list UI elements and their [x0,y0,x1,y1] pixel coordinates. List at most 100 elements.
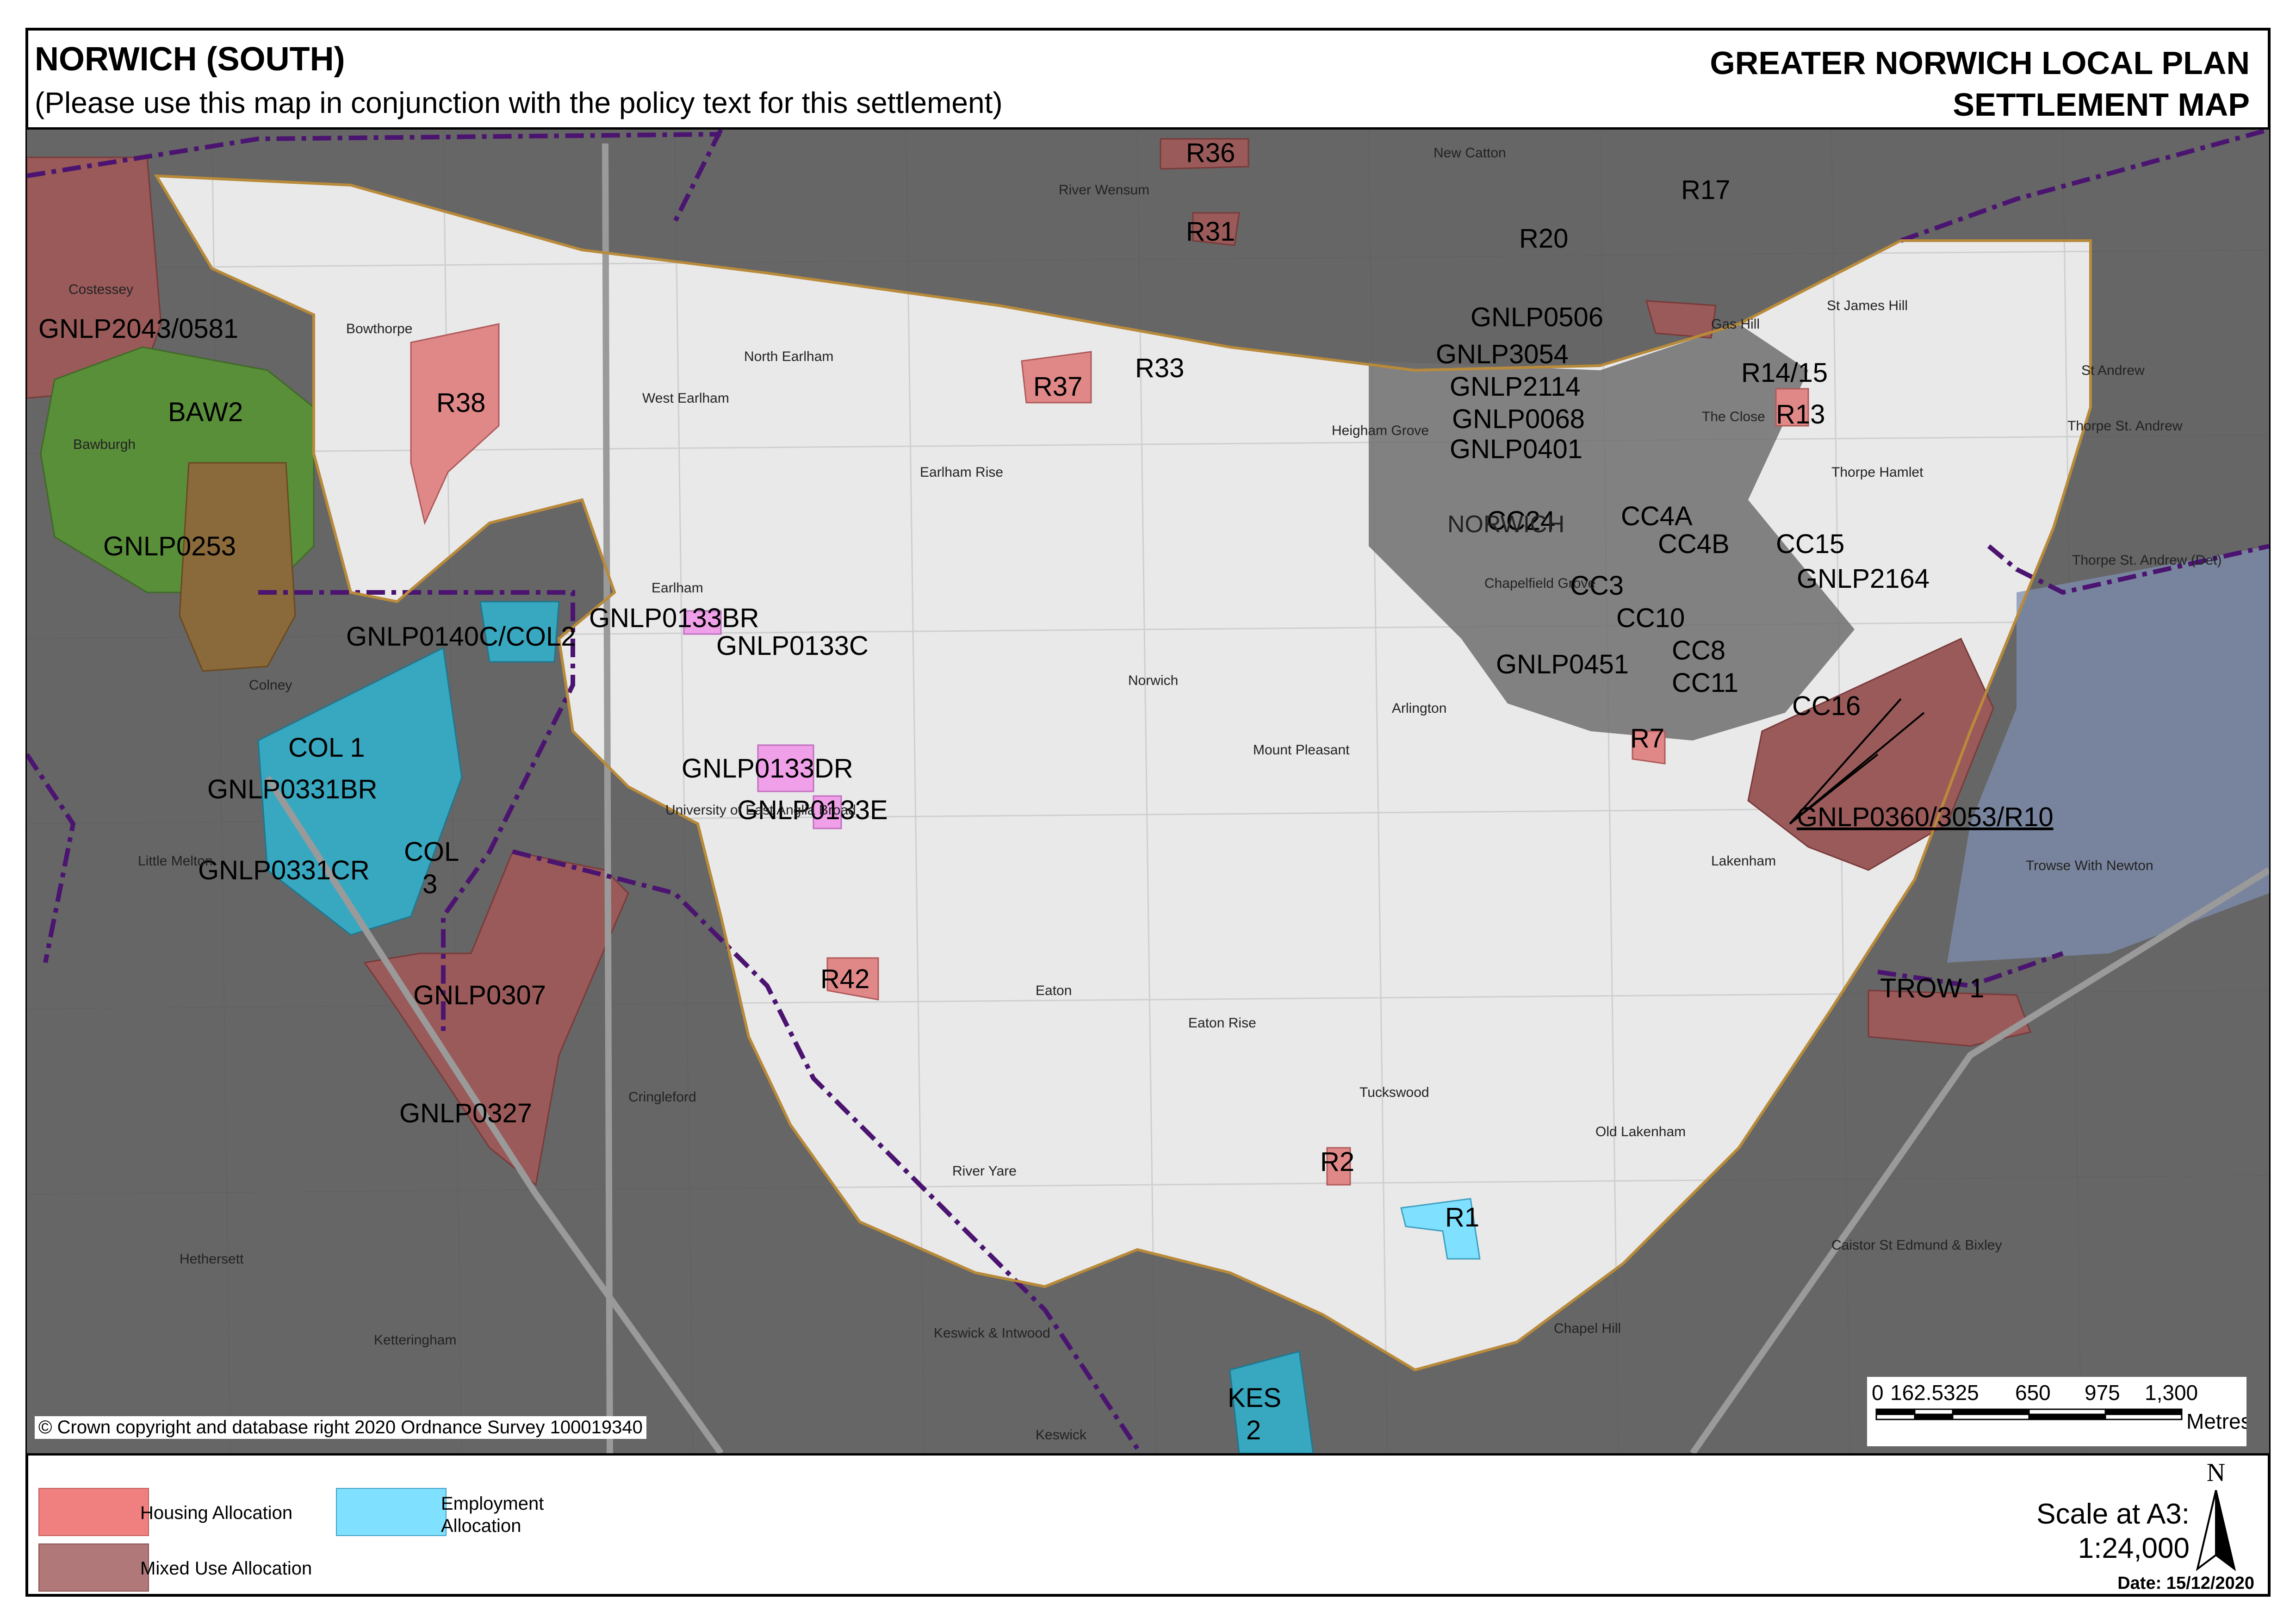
place-tuckswood: Tuckswood [1359,1085,1429,1100]
label-gnlp3054: GNLP3054 [1436,339,1569,369]
place-bawburgh: Bawburgh [73,437,136,452]
label-gnlp0401: GNLP0401 [1450,434,1582,464]
label-r42: R42 [820,964,869,994]
label-r36: R36 [1186,138,1235,168]
legend-label-employment: Employment Allocation [441,1493,544,1536]
place-ketteringham: Ketteringham [374,1332,456,1348]
label-cc15: CC15 [1776,529,1844,559]
scale-label-0: 0 [1872,1381,1884,1405]
label-r38: R38 [436,388,485,418]
legend: Housing Allocation Mixed Use Allocation … [27,1453,2269,1596]
place-eaton-rise: Eaton Rise [1188,1015,1256,1031]
place-west-earlham: West Earlham [642,391,729,406]
place-lakenham: Lakenham [1711,853,1776,869]
label-col-3: 3 [422,869,437,899]
place-costessey: Costessey [68,282,133,297]
label-r1: R1 [1445,1202,1479,1232]
label-gnlp0133dr: GNLP0133DR [682,753,853,784]
label-r17: R17 [1681,175,1730,205]
place-north-earlham: North Earlham [744,349,833,364]
legend-swatch-employment [336,1488,447,1536]
place-chapel-hill: Chapel Hill [1554,1321,1621,1336]
place-heigham-grove: Heigham Grove [1332,423,1429,438]
label-r13: R13 [1776,399,1825,429]
map-subtitle: (Please use this map in conjunction with… [35,86,1003,119]
label-kes-2: 2 [1246,1415,1261,1445]
place-thorpe-st-andrew-det: Thorpe St. Andrew (Det) [2072,553,2222,568]
north-label: N [2207,1458,2225,1487]
place-new-catton: New Catton [1433,145,1506,161]
label-cc4a: CC4A [1621,501,1693,531]
label-r31: R31 [1186,217,1235,247]
place-river-yare: River Yare [952,1164,1017,1179]
label-gnlp0331cr: GNLP0331CR [198,855,370,885]
scale-label-1300: 1,300 [2145,1381,2198,1405]
place-st-james-hill: St James Hill [1827,298,1908,313]
label-gnlp2114: GNLP2114 [1450,372,1581,402]
allocation-gnlp0253[interactable] [179,462,296,672]
place-st-andrew: St Andrew [2081,363,2145,378]
scale-label-325: 325 [1943,1381,1979,1405]
label-gnlp0331br: GNLP0331BR [207,774,378,804]
label-r7: R7 [1630,723,1664,753]
map-svg: R36 R31 R17 R20 GNLP0506 GNLP3054 GNLP21… [27,130,2269,1453]
label-gnlp0133c: GNLP0133C [716,631,869,661]
place-caistor: Caistor St Edmund & Bixley [1831,1238,2002,1253]
label-cc10: CC10 [1616,603,1685,633]
label-gnlp0140c-col2: GNLP0140C/COL2 [346,622,576,652]
place-old-lakenham: Old Lakenham [1595,1124,1686,1139]
place-little-melton: Little Melton [138,853,213,869]
place-earlham-rise: Earlham Rise [920,465,1003,480]
label-cc11: CC11 [1672,668,1738,698]
label-gnlp0253: GNLP0253 [103,531,236,561]
map-scale-line1: Scale at A3: [2036,1498,2190,1530]
label-gnlp0133br: GNLP0133BR [589,603,759,633]
place-norwich-centre: NORWICH [1447,511,1564,538]
legend-swatch-housing [38,1488,149,1536]
place-hethersett: Hethersett [180,1251,244,1267]
scale-label-162: 162.5 [1890,1381,1943,1405]
place-eaton: Eaton [1036,983,1072,998]
label-gnlp0506: GNLP0506 [1471,302,1603,332]
place-mount-pleasant: Mount Pleasant [1253,742,1350,758]
scale-label-975: 975 [2085,1381,2120,1405]
place-trowse-with-newton: Trowse With Newton [2026,858,2153,873]
allocation-gnlp0506[interactable] [1645,300,1717,339]
label-r20: R20 [1519,224,1568,254]
label-gnlp0327: GNLP0327 [399,1098,532,1128]
place-arlington: Arlington [1392,701,1446,716]
label-col: COL [404,837,459,867]
scale-bar: 0 162.5 325 650 975 1,300 Metres [1867,1377,2252,1446]
label-gnlp0068: GNLP0068 [1452,404,1585,434]
label-r33: R33 [1135,353,1184,383]
place-keswick: Keswick [1036,1427,1087,1443]
plan-title: GREATER NORWICH LOCAL PLAN SETTLEMENT MA… [1710,43,2250,125]
place-norwich: Norwich [1128,673,1178,688]
label-gnlp0451: GNLP0451 [1496,649,1629,679]
label-gnlp2164: GNLP2164 [1797,564,1930,594]
plan-title-line2: SETTLEMENT MAP [1953,86,2250,123]
place-thorpe-st-andrew: Thorpe St. Andrew [2067,418,2183,434]
place-thorpe-hamlet: Thorpe Hamlet [1831,465,1924,480]
legend-label-mixed-use: Mixed Use Allocation [140,1558,312,1579]
place-cringleford: Cringleford [628,1089,696,1105]
plan-title-line1: GREATER NORWICH LOCAL PLAN [1710,45,2250,81]
label-r14-15: R14/15 [1741,358,1828,388]
label-gnlp0360-3053-r10: GNLP0360/3053/R10 [1797,802,2054,832]
label-gnlp0307: GNLP0307 [413,980,546,1010]
place-colney: Colney [249,678,292,693]
map-title: NORWICH (SOUTH) [35,41,345,78]
label-cc4b: CC4B [1658,529,1730,559]
map-scale: Scale at A3: 1:24,000 [2036,1497,2190,1566]
map-canvas[interactable]: R36 R31 R17 R20 GNLP0506 GNLP3054 GNLP21… [27,127,2269,1456]
scale-unit: Metres [2186,1409,2246,1433]
label-r37: R37 [1033,372,1082,402]
label-r2: R2 [1320,1147,1354,1177]
label-cc16: CC16 [1792,691,1861,721]
label-gnlp2043-0581: GNLP2043/0581 [38,314,238,344]
label-col1: COL 1 [288,733,365,763]
legend-swatch-mixed-use [38,1543,149,1592]
scale-label-650: 650 [2015,1381,2051,1405]
label-trow1: TROW 1 [1880,973,1985,1003]
place-uea-broad: University of East Anglia Broad [665,803,856,818]
